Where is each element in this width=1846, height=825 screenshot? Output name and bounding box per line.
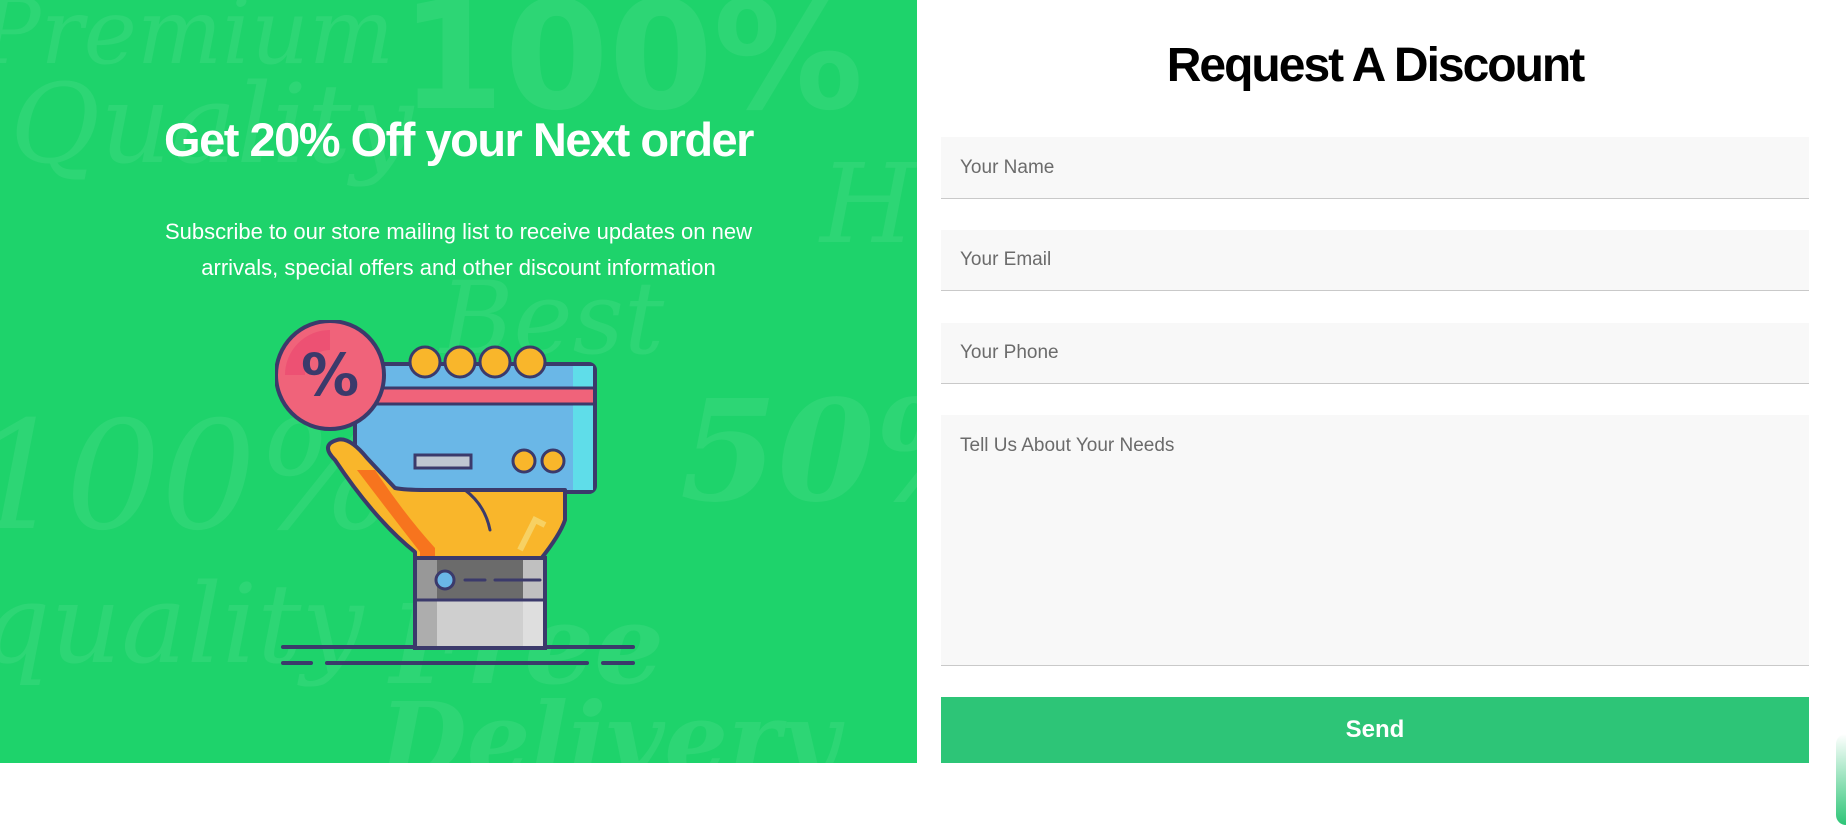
discount-request-form: Request A Discount Send	[941, 0, 1809, 763]
promo-subtitle: Subscribe to our store mailing list to r…	[165, 219, 752, 280]
scroll-to-top-tab[interactable]	[1836, 734, 1846, 825]
email-field[interactable]	[941, 230, 1809, 291]
form-title: Request A Discount	[1166, 39, 1585, 92]
svg-text:%: %	[301, 341, 359, 409]
needs-textarea[interactable]	[941, 415, 1809, 666]
background-pattern: 50%	[680, 370, 917, 534]
hand-holding-card-discount-icon: %	[275, 320, 635, 665]
promo-title: Get 20% Off your Next order	[164, 113, 754, 166]
discount-promo-panel: Premium Quality 100% 100% quality Best 5…	[0, 0, 917, 763]
background-pattern: Premium	[0, 0, 395, 85]
name-field[interactable]	[941, 137, 1809, 199]
phone-field[interactable]	[941, 323, 1809, 384]
background-pattern: Delivery	[380, 680, 839, 763]
send-button[interactable]: Send	[941, 697, 1809, 763]
